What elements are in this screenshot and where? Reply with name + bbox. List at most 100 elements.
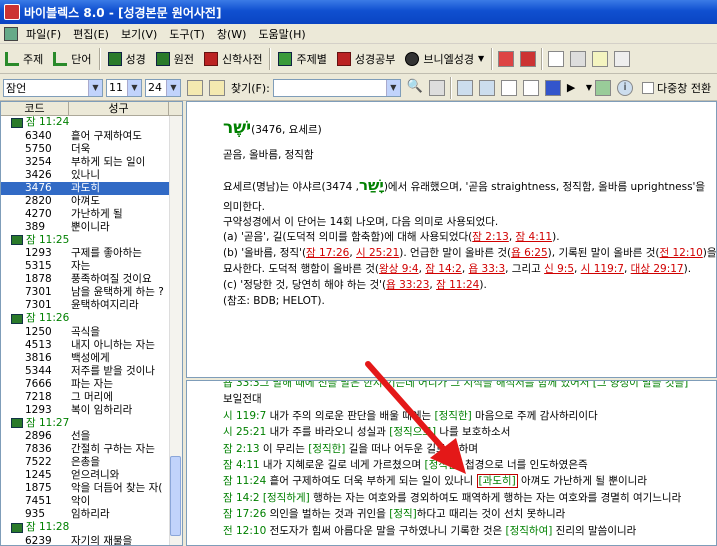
word-list-item[interactable]: 7522 은총을 bbox=[1, 456, 182, 469]
toolbar-peniel-bible-button[interactable]: 브니엘성경 ▼ bbox=[400, 46, 489, 72]
menu-help[interactable]: 도움말(H) bbox=[252, 26, 311, 42]
open-book-icon[interactable] bbox=[209, 79, 225, 96]
column-header-code[interactable]: 코드 bbox=[1, 102, 69, 115]
search-icon[interactable]: 🔍 bbox=[407, 79, 423, 96]
word-list-item[interactable]: 3254 부하게 되는 일이 bbox=[1, 156, 182, 169]
toolbar-theology-dict-button[interactable]: 신학사전 bbox=[199, 46, 267, 72]
word-list-item[interactable]: 1245 얻으려니와 bbox=[1, 469, 182, 482]
word-list-item[interactable]: 7836 간절히 구하는 자는 bbox=[1, 443, 182, 456]
word-list-item[interactable]: 389 뿐이니라 bbox=[1, 221, 182, 234]
word-list-item[interactable]: 2896 선을 bbox=[1, 430, 182, 443]
chevron-down-icon[interactable]: ▼ bbox=[166, 79, 180, 96]
toolbar-word-button[interactable]: 단어 bbox=[48, 46, 96, 72]
word-list-item[interactable]: 6239 자기의 재물을 bbox=[1, 535, 182, 546]
dropdown-arrow-icon[interactable]: ▼ bbox=[586, 83, 592, 92]
bible-verse-line[interactable]: 욥 33:3그 말해 때에 선을 말은 한지 기는데 어디가 그 지식을 해석서… bbox=[223, 381, 688, 390]
word-list-scrollbar[interactable] bbox=[169, 116, 182, 545]
menu-tools[interactable]: 도구(T) bbox=[163, 26, 211, 42]
word-list-item[interactable]: 6340 흩어 구제하여도 bbox=[1, 130, 182, 143]
bible-verse-line[interactable]: 보일전대 bbox=[223, 391, 262, 406]
bible-ref-link[interactable]: 잠 2:13 bbox=[472, 231, 509, 243]
exit-icon[interactable] bbox=[520, 50, 537, 67]
bible-verse-line[interactable]: 잠 2:13 이 무리는 [정직한] 길을 떠나 어두운 길로 행하며 bbox=[223, 441, 478, 456]
library-icon[interactable] bbox=[498, 50, 515, 67]
bible-ref-link[interactable]: 시 119:7 bbox=[581, 263, 624, 275]
copy-icon[interactable] bbox=[548, 50, 565, 67]
chevron-down-icon[interactable]: ▼ bbox=[127, 79, 141, 96]
bible-ref-link[interactable]: 신 9:5 bbox=[544, 263, 574, 275]
bible-ref-link[interactable]: 잠 17:26 bbox=[306, 247, 349, 259]
chevron-down-icon[interactable]: ▼ bbox=[385, 79, 400, 96]
bible-ref-link[interactable]: 전 12:10 bbox=[660, 247, 703, 259]
word-list-item[interactable]: 935 임하리라 bbox=[1, 508, 182, 521]
toolbar-original-button[interactable]: 원전 bbox=[151, 46, 199, 72]
book-icon[interactable] bbox=[544, 79, 561, 96]
toolbar-bible-study-button[interactable]: 성경공부 bbox=[332, 46, 400, 72]
verse-reference[interactable]: 시 119:7 bbox=[223, 410, 266, 422]
bible-verse-line[interactable]: 잠 14:2 [정직하게] 행하는 자는 여호와를 경외하여도 패역하게 행하는… bbox=[223, 490, 681, 505]
bible-ref-link[interactable]: 대상 29:17 bbox=[631, 263, 684, 275]
word-list-item[interactable]: 2820 아껴도 bbox=[1, 195, 182, 208]
bible-verse-line[interactable]: 시 119:7 내가 주의 의로운 판단을 배울 때에는 [정직한] 마음으로 … bbox=[223, 408, 598, 423]
play-icon[interactable]: ▶ bbox=[567, 80, 583, 96]
word-list-item[interactable]: 1875 악을 더듬어 찾는 자( bbox=[1, 482, 182, 495]
dropdown-arrow-icon[interactable]: ▼ bbox=[478, 54, 484, 63]
verse-reference[interactable]: 전 12:10 bbox=[223, 525, 266, 537]
word-list-item[interactable]: 1293 복이 임하리라 bbox=[1, 404, 182, 417]
bible-ref-link[interactable]: 잠 4:11 bbox=[516, 231, 553, 243]
word-list-item[interactable]: 3426 있나니 bbox=[1, 169, 182, 182]
verse-reference[interactable]: 잠 11:24 bbox=[223, 475, 266, 487]
bible-ref-link[interactable]: 욥 33:3 bbox=[469, 263, 506, 275]
bible-verse-line[interactable]: 잠 17:26 의인을 벌하는 것과 귀인을 [정직]하다고 때리는 것이 선치… bbox=[223, 506, 565, 521]
verse-reference[interactable]: 잠 4:11 bbox=[223, 459, 260, 471]
notebook-icon[interactable] bbox=[570, 50, 587, 67]
word-list-item[interactable]: 3476 과도히 bbox=[1, 181, 182, 195]
verse-select[interactable]: 24 ▼ bbox=[145, 78, 181, 97]
menu-view[interactable]: 보기(V) bbox=[115, 26, 163, 42]
word-list-item[interactable]: 7451 악이 bbox=[1, 495, 182, 508]
word-list-item[interactable]: 1878 풍족하여질 것이요 bbox=[1, 273, 182, 286]
verse-group-header[interactable]: 잠 11:26 bbox=[1, 312, 182, 326]
verse-group-header[interactable]: 잠 11:24 bbox=[1, 116, 182, 130]
verse-reference[interactable]: 욥 33:3 bbox=[223, 381, 260, 389]
bible-ref-link[interactable]: 왕상 9:4 bbox=[379, 263, 419, 275]
word-list-item[interactable]: 7218 그 머리에 bbox=[1, 391, 182, 404]
book-select[interactable]: 잠언 ▼ bbox=[3, 78, 103, 97]
word-list-item[interactable]: 1250 곡식을 bbox=[1, 326, 182, 339]
find-input[interactable]: ▼ bbox=[272, 78, 401, 97]
verse-reference[interactable]: 잠 17:26 bbox=[223, 508, 266, 520]
toolbar-bible-button[interactable]: 성경 bbox=[103, 46, 151, 72]
menu-file[interactable]: 파일(F) bbox=[20, 26, 67, 42]
document-icon[interactable] bbox=[4, 26, 18, 41]
search-list-icon[interactable] bbox=[428, 79, 445, 96]
verse-group-header[interactable]: 잠 11:28 bbox=[1, 521, 182, 535]
statistics-icon[interactable] bbox=[478, 79, 495, 96]
toolbar-topic-button[interactable]: 주제 bbox=[0, 46, 48, 72]
word-list-item[interactable]: 4270 가난하게 될 bbox=[1, 208, 182, 221]
word-list-item[interactable]: 5344 저주를 받을 것이나 bbox=[1, 365, 182, 378]
bible-verse-line[interactable]: 전 12:10 전도자가 힘써 아름다운 말을 구하였나니 기록한 것은 [정직… bbox=[223, 523, 636, 538]
toolbar-by-topic-button[interactable]: 주제별 bbox=[273, 46, 331, 72]
scrollbar-thumb[interactable] bbox=[170, 456, 181, 536]
word-list-item[interactable]: 5750 더욱 bbox=[1, 143, 182, 156]
word-list-item[interactable]: 7301 윤택하여지리라 bbox=[1, 299, 182, 312]
word-list-item[interactable]: 4513 내지 아니하는 자는 bbox=[1, 339, 182, 352]
word-list-item[interactable]: 1293 구제를 좋아하는 bbox=[1, 247, 182, 260]
print-icon[interactable] bbox=[614, 50, 631, 67]
menu-window[interactable]: 창(W) bbox=[211, 26, 253, 42]
bible-verse-line[interactable]: 잠 4:11 내가 지혜로운 길로 네게 가르쳤으며 [정직한] 첩경으로 너를… bbox=[223, 457, 588, 472]
column-header-verse[interactable]: 성구 bbox=[69, 102, 169, 115]
verse-reference[interactable]: 잠 14:2 bbox=[223, 492, 260, 504]
refresh-icon[interactable] bbox=[595, 79, 612, 96]
word-list-item[interactable]: 7301 남을 윤택하게 하는 ? bbox=[1, 286, 182, 299]
bible-ref-link[interactable]: 시 25:21 bbox=[356, 247, 399, 259]
bible-verse-line[interactable]: 잠 11:24 흩어 구제하여도 더욱 부하게 되는 일이 있나니 [과도히] … bbox=[223, 473, 647, 489]
bible-verse-line[interactable]: 시 25:21 내가 주를 바라오니 성실과 [정직으로] 나를 보호하소서 bbox=[223, 424, 510, 439]
bible-ref-link[interactable]: 욥 33:23 bbox=[386, 279, 429, 291]
bible-ref-link[interactable]: 잠 11:24 bbox=[436, 279, 479, 291]
bar-chart-icon[interactable] bbox=[456, 79, 473, 96]
paste-icon[interactable] bbox=[592, 50, 609, 67]
verse-reference[interactable]: 시 25:21 bbox=[223, 426, 266, 438]
verse-reference[interactable]: 잠 2:13 bbox=[223, 443, 260, 455]
bible-ref-link[interactable]: 잠 14:2 bbox=[425, 263, 462, 275]
